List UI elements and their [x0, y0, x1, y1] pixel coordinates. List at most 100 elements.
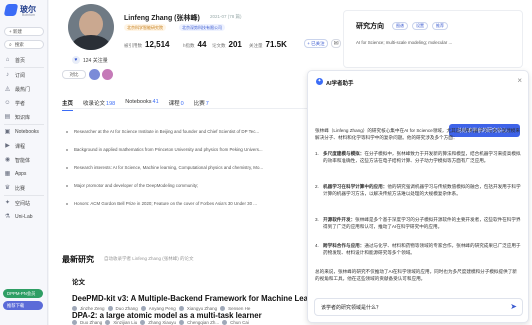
- sidebar-item-agents[interactable]: ◉ 智能体: [4, 155, 44, 165]
- tab-count: 7: [205, 101, 209, 107]
- answer-point: 1. 多尺度建模与模拟：在分子模拟中，张林峰致力于开发新的算法和模型，结合机器学习…: [315, 151, 521, 164]
- tab-label: 课程: [168, 101, 180, 107]
- search-button[interactable]: ⌕ 搜索: [4, 40, 44, 49]
- paper-title[interactable]: DeePMD-kit v3: A Multiple-Backend Framew…: [72, 294, 347, 303]
- stat-label: 关注量: [249, 43, 263, 48]
- member-pill[interactable]: DPPM-PN会员: [3, 289, 43, 298]
- author-name[interactable]: Chun Cai: [230, 320, 249, 325]
- subsection-title: 论文: [72, 279, 85, 286]
- course-icon: ▶: [5, 142, 10, 149]
- answer-summary: 总的来说，张林峰的研究不仅推动了AI在科学领域的应用，同时也为多尺度建模和分子模…: [315, 269, 517, 281]
- sidebar-item-competitions[interactable]: ♛ 比赛: [4, 183, 44, 193]
- tab-courses[interactable]: 课程0: [169, 99, 184, 107]
- answer-point: 2. 机器学习在科学计算中的应用：他的研究强调机器学习与传统数值模拟的融合，包括开…: [315, 184, 521, 197]
- tab-label: 比赛: [193, 101, 205, 107]
- home-icon: ⌂: [5, 56, 10, 63]
- author-name[interactable]: Xinzijian Liu: [113, 320, 137, 325]
- affiliation-tag: 北京深势科技有限公司: [179, 24, 225, 31]
- apps-icon: ▦: [4, 170, 11, 177]
- sidebar-item-label: Notebooks: [15, 129, 39, 135]
- author-name[interactable]: Zhang Xiaoyu: [148, 320, 176, 325]
- tab-count: 41: [152, 99, 159, 105]
- avatar[interactable]: [102, 69, 113, 80]
- sidebar-item-subscribe[interactable]: ♪ 订阅: [4, 70, 44, 80]
- point-number: 2.: [315, 184, 319, 189]
- section-subtitle: 自动收录学者 Linfeng Zhang (张林峰) 的论文: [104, 256, 194, 261]
- bio-line: Honors: ACM Gordon Bell Prize in 2020; F…: [74, 201, 257, 206]
- tab-papers[interactable]: 收录论文198: [83, 99, 115, 107]
- tab-count: 198: [106, 101, 116, 107]
- sidebar-item-scholars[interactable]: ☺ 学者: [4, 98, 44, 108]
- tab-count: 0: [180, 101, 184, 107]
- answer-intro: 张林峰（Linfeng Zhang）的研究核心集中在AI for Science…: [315, 128, 520, 140]
- paper-authors: Duo Zhang Xinzijian Liu Zhang Xiaoyu Che…: [72, 320, 249, 325]
- app-root: 玻尔 Bohrium + 新建 ⌕ 搜索 ⌂ 首页 ♪ 订阅 ◬ 最热门 ☺ 学者 ▤ 知识…: [0, 0, 532, 325]
- logo-icon: [3, 4, 19, 16]
- stat-citations: 被引用数 12,514: [124, 40, 169, 49]
- stat-label: 论文数: [212, 43, 226, 48]
- book-icon: ▤: [4, 113, 11, 120]
- notebook-icon: ▣: [4, 128, 11, 135]
- sidebar-item-station[interactable]: ✦ 空间站: [4, 198, 44, 208]
- sidebar-item-home[interactable]: ⌂ 首页: [4, 55, 44, 65]
- tab-label: 主页: [62, 101, 74, 107]
- sidebar: 玻尔 Bohrium + 新建 ⌕ 搜索 ⌂ 首页 ♪ 订阅 ◬ 最热门 ☺ 学者 ▤ 知识…: [0, 0, 48, 325]
- avatar: [222, 320, 228, 325]
- avatar: [179, 320, 185, 325]
- sidebar-item-knowledge[interactable]: ▤ 知识库: [4, 112, 44, 122]
- card-text: AI for Science; multi-scale modeling; mo…: [356, 40, 453, 45]
- bullet: [66, 185, 68, 187]
- sidebar-item-label: 智能体: [15, 157, 31, 164]
- sidebar-item-hot[interactable]: ◬ 最热门: [4, 84, 44, 94]
- message-button[interactable]: ✉: [331, 39, 341, 48]
- close-icon[interactable]: ×: [517, 76, 522, 85]
- stat-label: h指数: [183, 43, 195, 48]
- heart-icon: ♥: [72, 56, 80, 64]
- point-number: 3.: [315, 217, 319, 222]
- send-icon[interactable]: ➤: [510, 303, 517, 311]
- settings-button[interactable]: 设置: [412, 22, 428, 30]
- graph-button[interactable]: 图谱: [392, 22, 408, 30]
- sidebar-item-label: 比赛: [15, 185, 26, 192]
- fire-icon: ◬: [5, 85, 10, 92]
- affiliation-tag: 北京科学智能研究院: [124, 24, 166, 31]
- user-icon: ☺: [4, 99, 11, 106]
- author-name[interactable]: Duo Zhang: [80, 320, 102, 325]
- tab-notebooks[interactable]: Notebooks41: [125, 99, 158, 107]
- sidebar-item-label: 空间站: [15, 200, 31, 207]
- new-button[interactable]: + 新建: [4, 27, 44, 36]
- stat-value: 12,514: [145, 40, 170, 49]
- tab-home[interactable]: 主页: [62, 99, 74, 111]
- scholar-name: Linfeng Zhang (张林峰): [124, 15, 200, 22]
- author-name[interactable]: Chengqian Zh...: [187, 320, 219, 325]
- sidebar-item-apps[interactable]: ▦ Apps: [4, 169, 44, 179]
- sidebar-item-label: 订阅: [15, 72, 26, 79]
- point-head: 跨学科合作与应用：: [323, 243, 365, 248]
- bio-line: Background in applied mathematics from P…: [74, 147, 263, 152]
- bio-line: Researcher at the AI for Science Institu…: [74, 129, 260, 134]
- bullet: [66, 149, 68, 151]
- divider: [4, 195, 44, 196]
- stat-followers: 关注量 71.5K: [249, 40, 287, 49]
- follow-button[interactable]: + 已关注: [304, 39, 328, 48]
- avatar: [68, 4, 114, 50]
- sidebar-item-unilab[interactable]: ⚗ Uni-Lab: [4, 212, 44, 222]
- new-button-label: + 新建: [9, 28, 22, 34]
- avatar: [105, 320, 111, 325]
- assistant-title: AI学者助手: [326, 81, 354, 87]
- divider: [4, 67, 44, 68]
- avatar[interactable]: [89, 69, 100, 80]
- download-pill[interactable]: 推荐下载: [3, 301, 43, 310]
- recommend-button[interactable]: 推荐: [432, 22, 448, 30]
- sidebar-item-label: 首页: [15, 57, 26, 64]
- tab-competitions[interactable]: 比赛7: [194, 99, 209, 107]
- bio-line: Major promotor and developer of the Deep…: [74, 183, 199, 188]
- paper-title[interactable]: DPA-2: a large atomic model as a multi-t…: [72, 311, 262, 320]
- sidebar-item-notebooks[interactable]: ▣ Notebooks: [4, 127, 44, 137]
- assistant-icon: ✦: [316, 78, 323, 85]
- compare-button[interactable]: 对比: [62, 70, 86, 79]
- avatar: [140, 320, 146, 325]
- likes-count: 124 关注量: [83, 58, 108, 64]
- sidebar-item-courses[interactable]: ▶ 课程: [4, 141, 44, 151]
- question-input[interactable]: 该学者的研究领域是什么？ ➤: [314, 298, 523, 316]
